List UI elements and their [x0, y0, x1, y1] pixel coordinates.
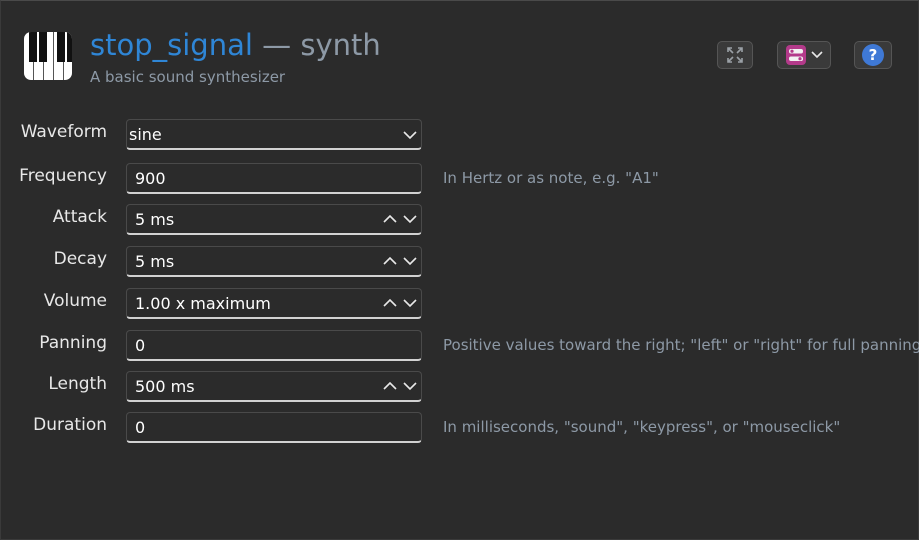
panning-label: Panning — [39, 333, 107, 353]
frequency-row: Frequency 900 In Hertz or as note, e.g. … — [0, 162, 919, 194]
duration-input[interactable]: 0 — [126, 412, 422, 443]
length-spinbox[interactable]: 500 ms — [126, 371, 422, 402]
panning-input[interactable]: 0 — [126, 330, 422, 361]
increment-icon[interactable] — [381, 294, 399, 312]
decrement-icon[interactable] — [401, 377, 419, 395]
piano-icon — [24, 32, 72, 80]
volume-spinbox[interactable]: 1.00 x maximum — [126, 288, 422, 319]
toggle-view-icon — [786, 45, 806, 65]
help-button[interactable]: ? — [854, 41, 892, 69]
decrement-icon[interactable] — [401, 294, 419, 312]
frequency-input[interactable]: 900 — [126, 163, 422, 194]
page-title: stop_signal — synth — [90, 28, 381, 62]
chevron-down-icon — [403, 131, 417, 140]
decay-spinbox[interactable]: 5 ms — [126, 246, 422, 277]
panning-row: Panning 0 Positive values toward the rig… — [0, 329, 919, 361]
increment-icon[interactable] — [381, 377, 399, 395]
length-value: 500 ms — [135, 377, 195, 396]
frequency-value: 900 — [135, 169, 166, 188]
attack-value: 5 ms — [135, 210, 175, 229]
attack-label: Attack — [52, 207, 107, 227]
attack-spinbox[interactable]: 5 ms — [126, 204, 422, 235]
decrement-icon[interactable] — [401, 210, 419, 228]
panning-value: 0 — [135, 336, 146, 355]
fullscreen-button[interactable] — [717, 41, 753, 69]
increment-icon[interactable] — [381, 252, 399, 270]
frequency-hint: In Hertz or as note, e.g. "A1" — [443, 169, 659, 187]
chevron-down-icon — [811, 51, 823, 59]
expand-arrows-icon — [727, 47, 743, 63]
attack-row: Attack 5 ms — [0, 203, 919, 235]
view-toggle-button[interactable] — [777, 41, 831, 69]
title-separator: — — [262, 28, 292, 62]
decay-row: Decay 5 ms — [0, 245, 919, 277]
waveform-label: Waveform — [20, 122, 107, 142]
duration-value: 0 — [135, 418, 146, 437]
waveform-select[interactable]: sine — [126, 119, 422, 150]
decrement-icon[interactable] — [401, 252, 419, 270]
length-label: Length — [48, 374, 107, 394]
frequency-label: Frequency — [19, 166, 107, 186]
increment-icon[interactable] — [381, 210, 399, 228]
help-icon: ? — [862, 44, 884, 66]
volume-value: 1.00 x maximum — [135, 294, 271, 313]
waveform-value: sine — [129, 125, 162, 144]
decay-label: Decay — [53, 249, 107, 269]
volume-row: Volume 1.00 x maximum — [0, 287, 919, 319]
waveform-row: Waveform sine — [0, 118, 919, 150]
length-row: Length 500 ms — [0, 370, 919, 402]
decay-value: 5 ms — [135, 252, 175, 271]
panning-hint: Positive values toward the right; "left"… — [443, 336, 919, 354]
duration-hint: In milliseconds, "sound", "keypress", or… — [443, 418, 841, 436]
item-name: stop_signal — [90, 28, 253, 62]
duration-label: Duration — [33, 415, 107, 435]
volume-label: Volume — [43, 291, 107, 311]
item-description: A basic sound synthesizer — [90, 68, 286, 86]
duration-row: Duration 0 In milliseconds, "sound", "ke… — [0, 411, 919, 443]
item-type: synth — [300, 28, 381, 62]
